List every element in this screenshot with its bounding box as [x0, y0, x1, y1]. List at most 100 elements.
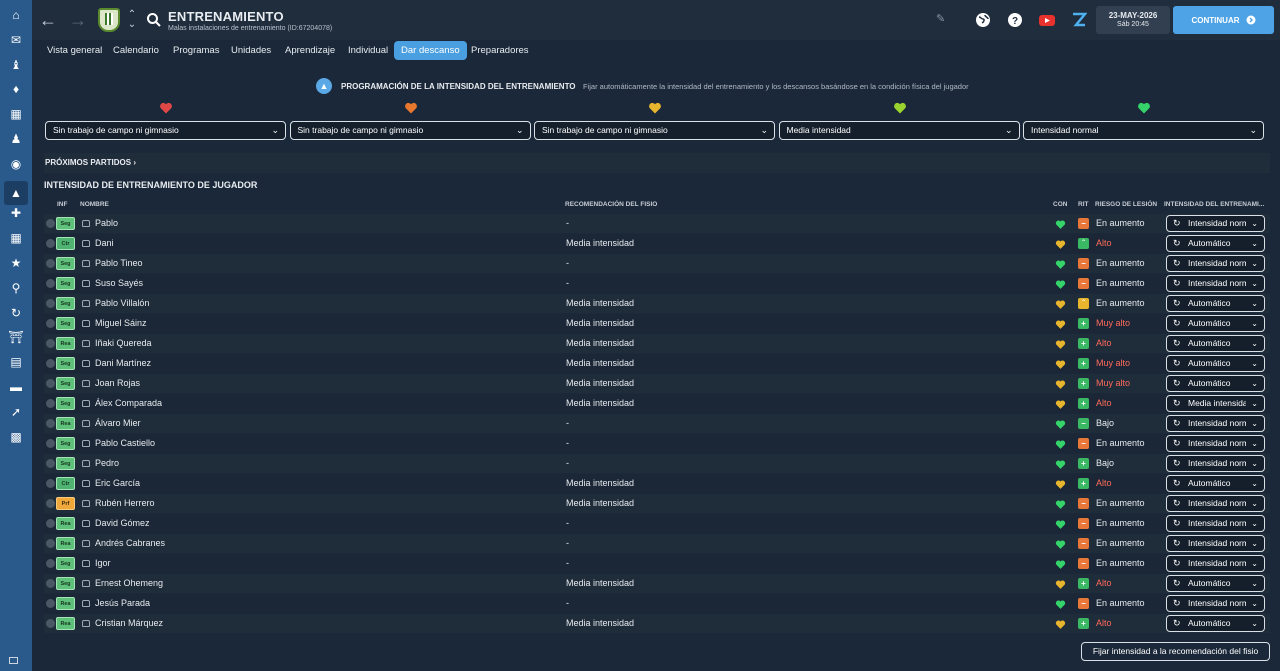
col-condition[interactable]: CON	[1053, 201, 1067, 208]
select-checkbox[interactable]	[46, 519, 55, 528]
table-row[interactable]: Seg Pedro - + Bajo ↻ Intensidad normal ⌄	[44, 454, 1270, 473]
table-row[interactable]: Rea Jesús Parada - − En aumento ↻ Intensidad n…	[44, 594, 1270, 613]
table-row[interactable]: Ctr Dani Media intensidad ˆ Alto ↻ Automático ⌄	[44, 234, 1270, 253]
select-checkbox[interactable]	[46, 459, 55, 468]
back-arrow-icon[interactable]: ←	[38, 10, 58, 30]
player-name[interactable]: Rubén Herrero	[95, 494, 155, 513]
development-icon[interactable]: ▬	[8, 379, 24, 395]
squad-icon[interactable]: ♝	[8, 57, 24, 73]
tab-vista-general[interactable]: Vista general	[40, 41, 109, 60]
analytics-icon[interactable]: ▩	[8, 429, 24, 445]
medical-icon[interactable]: ✚	[8, 205, 24, 221]
intensity-dropdown[interactable]: ↻ Automático ⌄	[1166, 355, 1265, 372]
tab-preparadores[interactable]: Preparadores	[464, 41, 536, 60]
select-checkbox[interactable]	[46, 539, 55, 548]
select-checkbox[interactable]	[46, 619, 55, 628]
intensity-dropdown[interactable]: ↻ Intensidad normal ⌄	[1166, 435, 1265, 452]
select-checkbox[interactable]	[46, 219, 55, 228]
condition-level-select-3[interactable]: Sin trabajo de campo ni gimnasio ⌄	[534, 121, 775, 140]
finances-icon[interactable]: ▤	[8, 354, 24, 370]
condition-level-select-5[interactable]: Intensidad normal ⌄	[1023, 121, 1264, 140]
table-row[interactable]: Seg Pablo Castiello - − En aumento ↻ Intensida…	[44, 434, 1270, 453]
staff-icon[interactable]: ♟	[8, 131, 24, 147]
select-checkbox[interactable]	[46, 279, 55, 288]
intensity-dropdown[interactable]: ↻ Automático ⌄	[1166, 475, 1265, 492]
select-checkbox[interactable]	[46, 299, 55, 308]
player-name[interactable]: Ernest Ohemeng	[95, 574, 163, 593]
intensity-dropdown[interactable]: ↻ Automático ⌄	[1166, 615, 1265, 632]
player-name[interactable]: Eric García	[95, 474, 140, 493]
tab-dar-descanso[interactable]: Dar descanso	[394, 41, 467, 60]
youtube-icon[interactable]	[1038, 12, 1056, 28]
table-row[interactable]: Ctr Eric García Media intensidad + Alto ↻ Auto…	[44, 474, 1270, 493]
tab-programas[interactable]: Programas	[166, 41, 226, 60]
table-row[interactable]: Seg Joan Rojas Media intensidad + Muy alto ↻ A…	[44, 374, 1270, 393]
table-row[interactable]: Rea Álvaro Mier - −Bajo ↻ Intensidad normal ⌄	[44, 414, 1270, 433]
player-name[interactable]: Suso Sayés	[95, 274, 143, 293]
set-physio-recommendation-button[interactable]: Fijar intensidad a la recomendación del …	[1081, 642, 1270, 661]
intensity-dropdown[interactable]: ↻ Automático ⌄	[1166, 335, 1265, 352]
select-checkbox[interactable]	[46, 599, 55, 608]
tab-unidades[interactable]: Unidades	[224, 41, 278, 60]
player-name[interactable]: Joan Rojas	[95, 374, 140, 393]
table-row[interactable]: Rea Iñaki Quereda Media intensidad + Alto ↻ Au…	[44, 334, 1270, 353]
player-name[interactable]: Álex Comparada	[95, 394, 162, 413]
help-icon[interactable]: ?	[1007, 12, 1023, 28]
data-hub-icon[interactable]: ➚	[8, 404, 24, 420]
schedule-icon[interactable]: ▦	[8, 230, 24, 246]
select-checkbox[interactable]	[46, 379, 55, 388]
tactics-icon[interactable]: ▦	[8, 106, 24, 122]
condition-level-select-4[interactable]: Media intensidad ⌄	[778, 121, 1020, 140]
table-row[interactable]: Rea David Gómez - − En aumento ↻ Intensidad no…	[44, 514, 1270, 533]
intensity-dropdown[interactable]: ↻ Intensidad normal ⌄	[1166, 455, 1265, 472]
intensity-dropdown[interactable]: ↻ Media intensidad ⌄	[1166, 395, 1265, 412]
intensity-dropdown[interactable]: ↻ Automático ⌄	[1166, 235, 1265, 252]
select-checkbox[interactable]	[46, 499, 55, 508]
intensity-dropdown[interactable]: ↻ Intensidad normal ⌄	[1166, 415, 1265, 432]
player-name[interactable]: Dani Martínez	[95, 354, 151, 373]
table-row[interactable]: Seg Álex Comparada Media intensidad + Alto ↻ M…	[44, 394, 1270, 413]
zone-z-icon[interactable]	[1071, 12, 1088, 28]
intensity-dropdown[interactable]: ↻ Intensidad normal ⌄	[1166, 275, 1265, 292]
table-row[interactable]: Seg Pablo - −En aumento ↻ Intensidad normal ⌄	[44, 214, 1270, 233]
player-name[interactable]: David Gómez	[95, 514, 150, 533]
player-name[interactable]: Dani	[95, 234, 114, 253]
select-checkbox[interactable]	[46, 559, 55, 568]
select-checkbox[interactable]	[46, 259, 55, 268]
condition-level-select-1[interactable]: Sin trabajo de campo ni gimnasio ⌄	[45, 121, 286, 140]
table-row[interactable]: Prf Rubén Herrero Media intensidad − En aume…	[44, 494, 1270, 513]
select-checkbox[interactable]	[46, 579, 55, 588]
player-name[interactable]: Pedro	[95, 454, 119, 473]
upcoming-matches-toggle[interactable]: PRÓXIMOS PARTIDOS ›	[44, 153, 1270, 173]
player-name[interactable]: Álvaro Mier	[95, 414, 141, 433]
col-inf[interactable]: INF	[57, 201, 67, 208]
player-name[interactable]: Andrés Cabranes	[95, 534, 165, 553]
intensity-dropdown[interactable]: ↻ Intensidad normal ⌄	[1166, 555, 1265, 572]
intensity-dropdown[interactable]: ↻ Intensidad normal ⌄	[1166, 595, 1265, 612]
table-row[interactable]: Rea Cristian Márquez Media intensidad + Alto…	[44, 614, 1270, 633]
globe-icon[interactable]	[975, 12, 991, 28]
select-checkbox[interactable]	[46, 479, 55, 488]
table-row[interactable]: Seg Pablo Tineo - − En aumento ↻ Intensidad no…	[44, 254, 1270, 273]
player-name[interactable]: Miguel Sáinz	[95, 314, 147, 333]
player-name[interactable]: Jesús Parada	[95, 594, 150, 613]
date-time-display[interactable]: 23-MAY-2026 Sáb 20:45	[1096, 6, 1170, 34]
intensity-dropdown[interactable]: ↻ Intensidad normal ⌄	[1166, 255, 1265, 272]
player-name[interactable]: Pablo	[95, 214, 118, 233]
intensity-dropdown[interactable]: ↻ Intensidad normal ⌄	[1166, 535, 1265, 552]
club-switch-chevron-icon[interactable]: ⌃ ⌄	[122, 10, 142, 30]
training-icon[interactable]: ▲	[4, 180, 28, 205]
player-name[interactable]: Cristian Márquez	[95, 614, 163, 633]
club-crest-icon[interactable]	[98, 8, 120, 32]
intensity-dropdown[interactable]: ↻ Intensidad normal ⌄	[1166, 215, 1265, 232]
club-info-icon[interactable]: ⛩	[8, 329, 24, 345]
col-name[interactable]: NOMBRE	[80, 201, 109, 208]
player-name[interactable]: Iñaki Quereda	[95, 334, 152, 353]
intensity-dropdown[interactable]: ↻ Automático ⌄	[1166, 575, 1265, 592]
forward-arrow-icon[interactable]: →	[68, 10, 88, 30]
select-checkbox[interactable]	[46, 359, 55, 368]
intensity-dropdown[interactable]: ↻ Automático ⌄	[1166, 375, 1265, 392]
table-row[interactable]: Seg Pablo Villalón Media intensidad ˆ En aum…	[44, 294, 1270, 313]
table-row[interactable]: Seg Ernest Ohemeng Media intensidad + Alto ↻ A…	[44, 574, 1270, 593]
select-checkbox[interactable]	[46, 339, 55, 348]
